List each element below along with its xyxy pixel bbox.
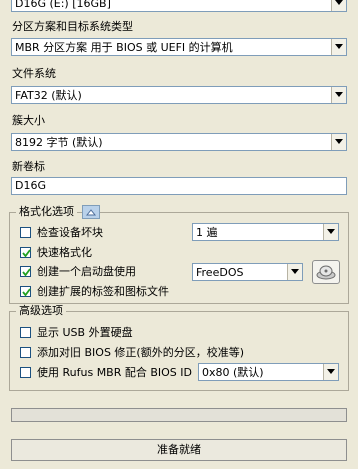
advanced-options-title: 高级选项 bbox=[19, 304, 63, 317]
usb-hdd-label: 显示 USB 外置硬盘 bbox=[37, 326, 133, 339]
check-bad-blocks-label: 检查设备坏块 bbox=[37, 226, 103, 239]
quick-format-label: 快速格式化 bbox=[37, 246, 92, 259]
chevron-down-icon[interactable] bbox=[331, 134, 346, 150]
boot-type-value: FreeDOS bbox=[196, 266, 244, 279]
device-select[interactable]: D16G (E:) [16GB] bbox=[11, 0, 347, 12]
usb-hdd-checkbox[interactable] bbox=[20, 327, 31, 338]
chevron-down-icon[interactable] bbox=[331, 87, 346, 103]
rufus-mbr-checkbox[interactable] bbox=[20, 367, 31, 378]
cluster-size-select[interactable]: 8192 字节 (默认) bbox=[11, 133, 347, 151]
rufus-mbr-label: 使用 Rufus MBR 配合 BIOS ID bbox=[37, 366, 193, 379]
create-bootable-label: 创建一个启动盘使用 bbox=[37, 265, 136, 278]
check-mark-icon bbox=[22, 268, 31, 277]
bad-blocks-passes-value: 1 遍 bbox=[196, 226, 218, 239]
bios-id-select[interactable]: 0x80 (默认) bbox=[198, 363, 339, 381]
status-bar: 准备就绪 bbox=[11, 439, 347, 461]
status-text: 准备就绪 bbox=[157, 443, 201, 456]
file-system-value: FAT32 (默认) bbox=[15, 89, 82, 102]
check-mark-icon bbox=[22, 249, 31, 258]
advanced-options-legend: 高级选项 bbox=[16, 304, 66, 317]
cluster-size-value: 8192 字节 (默认) bbox=[15, 136, 103, 149]
partition-scheme-select[interactable]: MBR 分区方案 用于 BIOS 或 UEFI 的计算机 bbox=[11, 38, 347, 56]
bios-fix-checkbox[interactable] bbox=[20, 347, 31, 358]
disk-image-icon bbox=[316, 265, 336, 280]
quick-format-checkbox[interactable] bbox=[20, 247, 31, 258]
chevron-down-icon[interactable] bbox=[287, 264, 302, 280]
format-options-legend: 格式化选项 bbox=[16, 205, 77, 218]
volume-label-label: 新卷标 bbox=[12, 160, 45, 173]
boot-type-select[interactable]: FreeDOS bbox=[192, 263, 303, 281]
bad-blocks-passes-select[interactable]: 1 遍 bbox=[192, 223, 339, 241]
check-mark-icon bbox=[22, 288, 31, 297]
partition-scheme-label: 分区方案和目标系统类型 bbox=[12, 20, 133, 33]
file-system-select[interactable]: FAT32 (默认) bbox=[11, 86, 347, 104]
chevron-down-icon[interactable] bbox=[323, 224, 338, 240]
chevron-down-icon[interactable] bbox=[331, 39, 346, 55]
chevron-down-icon[interactable] bbox=[331, 0, 346, 11]
volume-label-field-box bbox=[11, 177, 347, 195]
device-select-value: D16G (E:) [16GB] bbox=[15, 0, 111, 10]
partition-scheme-value: MBR 分区方案 用于 BIOS 或 UEFI 的计算机 bbox=[15, 41, 233, 54]
file-system-label: 文件系统 bbox=[12, 67, 56, 80]
check-bad-blocks-checkbox[interactable] bbox=[20, 227, 31, 238]
extended-label-checkbox[interactable] bbox=[20, 286, 31, 297]
select-image-button[interactable] bbox=[312, 260, 340, 284]
progress-bar bbox=[11, 408, 347, 422]
cluster-size-label: 簇大小 bbox=[12, 114, 45, 127]
create-bootable-checkbox[interactable] bbox=[20, 266, 31, 277]
volume-label-input[interactable] bbox=[12, 178, 335, 193]
chevron-down-icon[interactable] bbox=[323, 364, 338, 380]
bios-id-value: 0x80 (默认) bbox=[202, 366, 264, 379]
format-options-title: 格式化选项 bbox=[19, 205, 74, 218]
collapse-up-icon[interactable] bbox=[82, 205, 100, 219]
bios-fix-label: 添加对旧 BIOS 修正(额外的分区，校准等) bbox=[37, 346, 245, 359]
extended-label-label: 创建扩展的标签和图标文件 bbox=[37, 285, 169, 298]
